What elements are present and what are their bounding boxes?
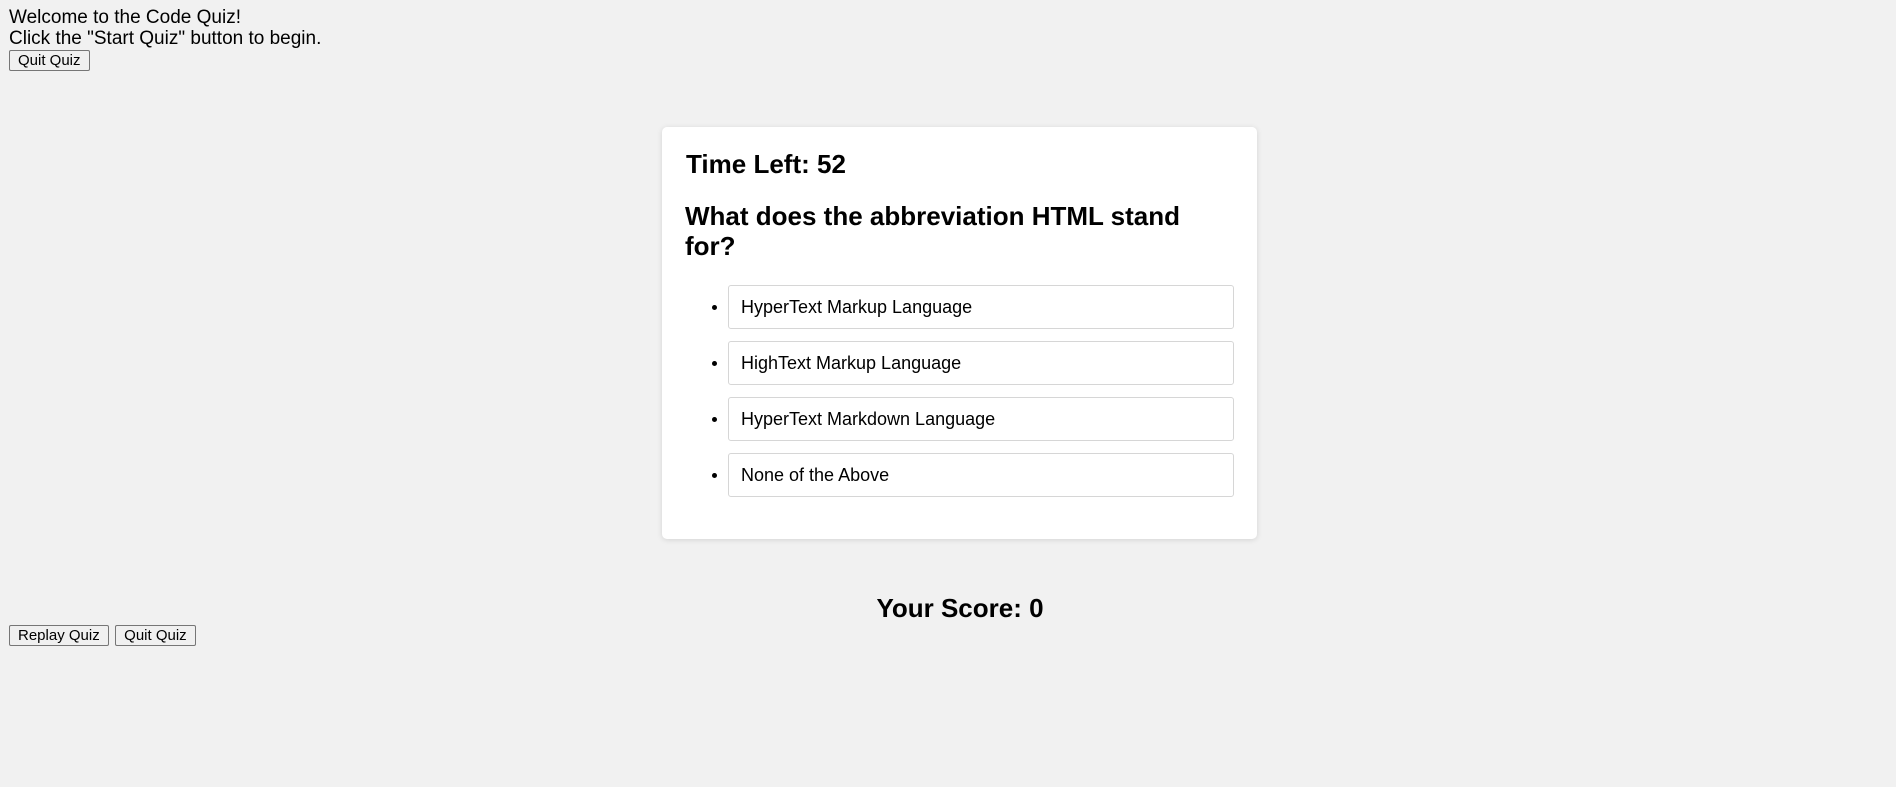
- choice-4[interactable]: None of the Above: [712, 453, 1234, 497]
- instructions-text: Click the "Start Quiz" button to begin.: [9, 28, 322, 49]
- intro-section: Welcome to the Code Quiz! Click the "Sta…: [9, 7, 321, 71]
- bullet-icon: [712, 305, 717, 310]
- question-text: What does the abbreviation HTML stand fo…: [685, 201, 1181, 261]
- welcome-text: Welcome to the Code Quiz!: [9, 7, 241, 28]
- choice-label: HyperText Markup Language: [741, 297, 973, 317]
- bullet-icon: [712, 473, 717, 478]
- choice-label: None of the Above: [741, 465, 890, 485]
- choices-list: HyperText Markup Language HighText Marku…: [712, 285, 1234, 509]
- bullet-icon: [712, 361, 717, 366]
- score-text: Your Score: 0: [876, 593, 1044, 623]
- quit-quiz-button[interactable]: Quit Quiz: [9, 50, 90, 71]
- quit-quiz-button-bottom[interactable]: Quit Quiz: [115, 625, 196, 646]
- bullet-icon: [712, 417, 717, 422]
- time-left: Time Left: 52: [686, 149, 846, 179]
- choice-1[interactable]: HyperText Markup Language: [712, 285, 1234, 329]
- replay-quiz-button[interactable]: Replay Quiz: [9, 625, 109, 646]
- choice-label: HyperText Markdown Language: [741, 409, 996, 429]
- end-buttons: Replay Quiz Quit Quiz: [9, 625, 198, 646]
- choice-2[interactable]: HighText Markup Language: [712, 341, 1234, 385]
- quiz-card: Time Left: 52 What does the abbreviation…: [662, 127, 1257, 539]
- choice-3[interactable]: HyperText Markdown Language: [712, 397, 1234, 441]
- choice-label: HighText Markup Language: [741, 353, 962, 373]
